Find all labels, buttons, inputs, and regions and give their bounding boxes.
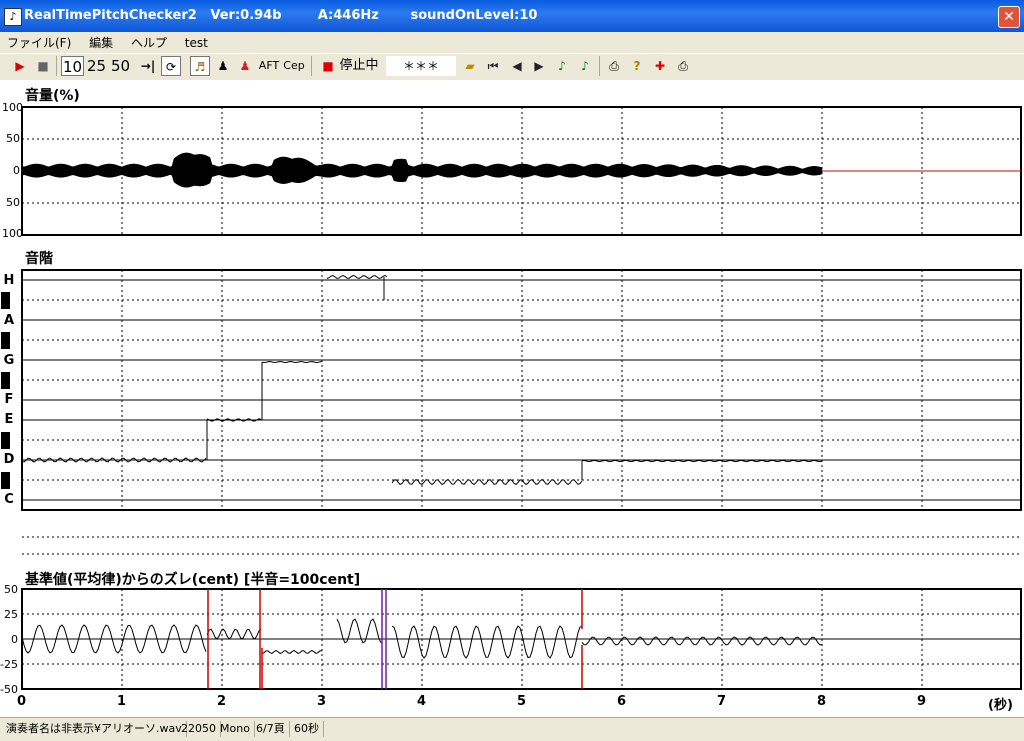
black-key-marker	[1, 292, 10, 309]
note-label-h: H	[3, 273, 15, 288]
open-folder-icon[interactable]: ▰	[460, 56, 480, 76]
note-label-e: E	[4, 412, 14, 427]
menu-help[interactable]: ヘルプ	[124, 32, 174, 53]
help-icon[interactable]: ?	[627, 56, 647, 76]
status-channels: Mono	[216, 721, 255, 737]
x-tick: 2	[217, 694, 227, 709]
marker-icon[interactable]: ✚	[650, 56, 670, 76]
pitch-display: ＊＊＊	[386, 56, 456, 76]
print-icon[interactable]: ⎙	[604, 56, 624, 76]
status-file: 演奏者名は非表示¥アリオーソ.wav	[2, 721, 187, 737]
cent-tick: -25	[0, 658, 18, 671]
pitch-trace	[326, 274, 388, 280]
play-icon[interactable]: ▶	[10, 56, 30, 76]
menu-file[interactable]: ファイル(F)	[0, 32, 78, 53]
cent-tick: -50	[0, 683, 18, 696]
pitch-trace	[261, 360, 323, 364]
note-label-d: D	[3, 452, 15, 467]
status-bar: 演奏者名は非表示¥アリオーソ.wav 22050 Mono 6/7頁 60秒	[0, 717, 1024, 741]
cent-trace	[206, 628, 262, 640]
pitch-panel-title: 音階	[25, 251, 53, 267]
x-tick: 0	[17, 694, 27, 709]
menu-test[interactable]: test	[178, 34, 215, 52]
toolbar-separator	[56, 56, 57, 76]
jump-end-icon[interactable]: →|	[138, 56, 158, 76]
window-title: RealTimePitchChecker2 Ver:0.94b A:446Hz …	[24, 8, 538, 23]
app-icon: ♪	[4, 8, 22, 26]
speed-10-button[interactable]: 10	[61, 56, 84, 76]
stop-icon[interactable]: ■	[33, 56, 53, 76]
black-key-marker	[1, 372, 10, 389]
cent-tick: 0	[11, 633, 18, 646]
cep-button[interactable]: Cep	[283, 56, 305, 76]
note-green-icon[interactable]: ♪	[552, 56, 572, 76]
note-label-c: C	[4, 492, 14, 507]
x-tick: 1	[117, 694, 127, 709]
cent-trace	[581, 636, 823, 646]
violin-icon[interactable]: ♬	[190, 56, 210, 76]
status-length: 60秒	[290, 721, 324, 737]
toolbar: ▶ ■ 10 25 50 →| ⟳ ♬ ♟ ♟ AFT Cep ■ 停止中 ＊＊…	[0, 53, 1024, 81]
cent-panel-title: 基準値(平均律)からのズレ(cent) [半音=100cent]	[25, 572, 361, 588]
black-key-marker	[1, 432, 10, 449]
speed-50-button[interactable]: 50	[109, 56, 132, 76]
note-label-f: F	[4, 392, 14, 407]
menu-bar: ファイル(F) 編集 ヘルプ test	[0, 32, 1024, 52]
main-area: 音量(%) 100 50 0 50 100 音階 H A G F E D C 基…	[0, 80, 1024, 717]
status-page: 6/7頁	[252, 721, 290, 737]
volume-tick: 50	[6, 132, 20, 145]
step-forward-icon[interactable]: ▶	[529, 56, 549, 76]
singer-black-icon[interactable]: ♟	[213, 56, 233, 76]
aft-button[interactable]: AFT	[258, 56, 280, 76]
singer-red-icon[interactable]: ♟	[235, 56, 255, 76]
x-tick: 7	[717, 694, 727, 709]
print-preview-icon[interactable]: ⎙	[673, 56, 693, 76]
note-green-outline-icon[interactable]: ♪	[575, 56, 595, 76]
volume-tick: 0	[13, 164, 20, 177]
skip-back-icon[interactable]: ⏮	[483, 56, 503, 76]
x-tick: 3	[317, 694, 327, 709]
cent-tick: 25	[4, 608, 18, 621]
x-tick: 9	[917, 694, 927, 709]
x-tick: 5	[517, 694, 527, 709]
plots-canvas	[1, 106, 1022, 690]
toolbar-separator	[311, 56, 312, 76]
x-axis-unit: (秒)	[988, 698, 1013, 713]
status-rate: 22050	[177, 721, 221, 737]
stop-status-label: 停止中	[339, 58, 379, 73]
black-key-marker	[1, 332, 10, 349]
cent-tick: 50	[4, 583, 18, 596]
volume-panel-title: 音量(%)	[25, 88, 80, 104]
volume-tick: 100	[2, 101, 23, 114]
cent-trace	[261, 649, 323, 655]
volume-tick: 50	[6, 196, 20, 209]
step-back-icon[interactable]: ◀	[507, 56, 527, 76]
menu-edit[interactable]: 編集	[82, 32, 120, 53]
speed-25-button[interactable]: 25	[85, 56, 108, 76]
note-label-g: G	[3, 353, 15, 368]
black-key-marker	[1, 472, 10, 489]
note-label-a: A	[3, 313, 15, 328]
x-tick: 8	[817, 694, 827, 709]
cent-trace	[391, 625, 583, 659]
volume-tick: 100	[2, 227, 23, 240]
title-bar: ♪ RealTimePitchChecker2 Ver:0.94b A:446H…	[0, 0, 1024, 32]
pitch-trace	[581, 459, 823, 463]
x-tick: 6	[617, 694, 627, 709]
close-button[interactable]: ✕	[998, 6, 1020, 28]
toolbar-separator	[599, 56, 600, 76]
x-tick: 4	[417, 694, 427, 709]
record-stop-icon[interactable]: ■	[318, 56, 338, 76]
loop-icon[interactable]: ⟳	[161, 56, 181, 76]
